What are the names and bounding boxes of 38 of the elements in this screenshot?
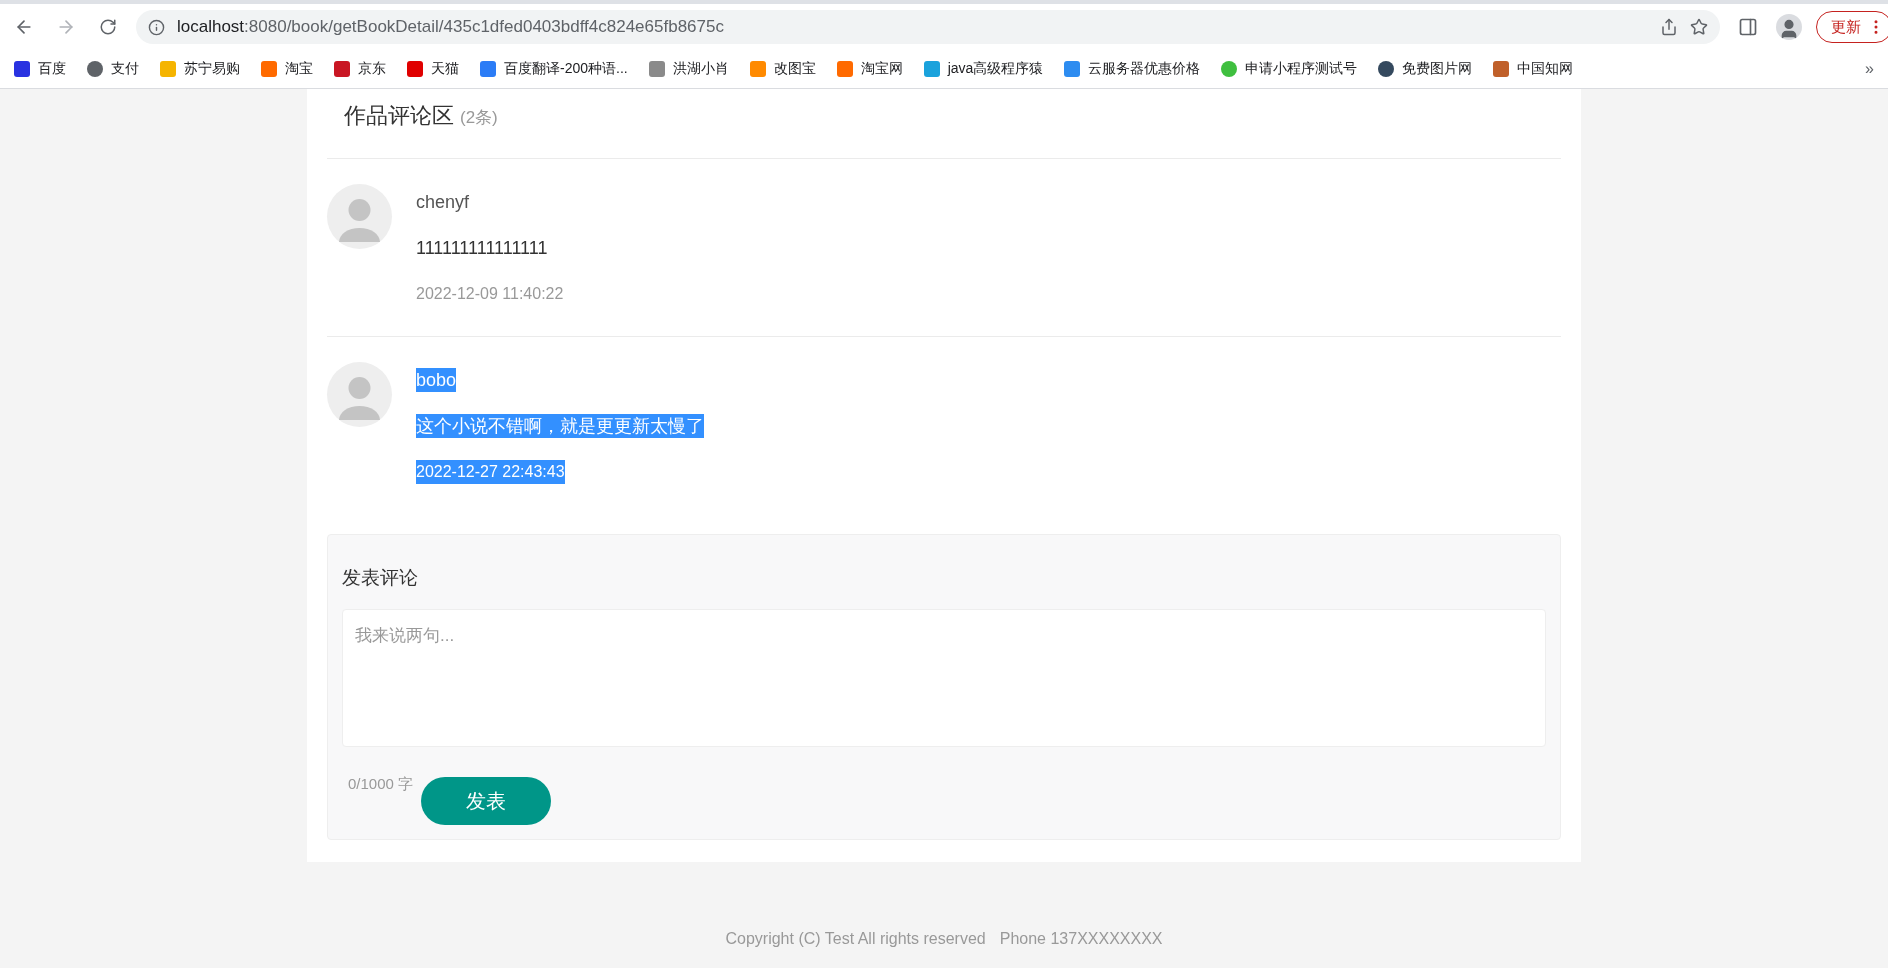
- comment-user: bobo: [416, 368, 457, 392]
- profile-icon[interactable]: [1776, 14, 1802, 40]
- bookmark-item[interactable]: java高级程序猿: [923, 60, 1044, 78]
- bookmark-item[interactable]: 淘宝网: [836, 60, 903, 78]
- bookmark-item[interactable]: 改图宝: [749, 60, 816, 78]
- bookmark-item[interactable]: 支付: [87, 60, 139, 78]
- bookmark-item[interactable]: 申请小程序测试号: [1221, 60, 1358, 78]
- url-text: localhost:8080/book/getBookDetail/435c1dfed0403bdff4c824e65fb8675c: [177, 17, 725, 37]
- comment-text: 这个小说不错啊，就是更更新太慢了: [416, 414, 704, 438]
- bookmark-item[interactable]: 淘宝: [261, 60, 313, 78]
- char-counter: 0/1000 字: [348, 775, 414, 794]
- bookmark-item[interactable]: 免费图片网: [1378, 60, 1473, 78]
- share-icon[interactable]: [1660, 18, 1678, 36]
- more-bookmarks-button[interactable]: »: [1865, 60, 1874, 78]
- bookmark-item[interactable]: 云服务器优惠价格: [1064, 60, 1201, 78]
- bookmark-item[interactable]: 洪湖小肖: [648, 60, 729, 78]
- copyright-text: Copyright (C) Test All rights reserved: [725, 930, 986, 948]
- comment-user: chenyf: [416, 191, 470, 214]
- compose-title: 发表评论: [342, 566, 419, 590]
- bookmark-item[interactable]: 中国知网: [1493, 60, 1574, 78]
- section-title: 作品评论区: [344, 102, 454, 130]
- comment-count: (2条): [460, 107, 498, 129]
- bookmark-item[interactable]: 京东: [334, 60, 386, 78]
- reload-icon[interactable]: [99, 18, 117, 36]
- comment-input-field[interactable]: 我来说两句...: [342, 609, 1546, 747]
- submit-button[interactable]: 发表: [421, 777, 552, 825]
- bookmark-star-icon[interactable]: [1690, 18, 1708, 36]
- side-panel-icon[interactable]: [1738, 17, 1758, 37]
- info-icon: [148, 18, 165, 36]
- address-bar[interactable]: localhost:8080/book/getBookDetail/435c1dfed0403bdff4c824e65fb8675c: [136, 10, 1720, 44]
- bookmark-item[interactable]: 天猫: [407, 60, 459, 78]
- comment-time: 2022-12-27 22:43:43: [416, 460, 565, 484]
- comment-time: 2022-12-09 11:40:22: [416, 284, 564, 304]
- phone-text: Phone 137XXXXXXXX: [999, 930, 1163, 948]
- bookmark-item[interactable]: 苏宁易购: [160, 60, 240, 78]
- bookmark-item[interactable]: 百度: [14, 60, 66, 78]
- bookmark-item[interactable]: 百度翻译-200种语...: [480, 60, 628, 78]
- comment-text: 111111111111111: [416, 237, 548, 260]
